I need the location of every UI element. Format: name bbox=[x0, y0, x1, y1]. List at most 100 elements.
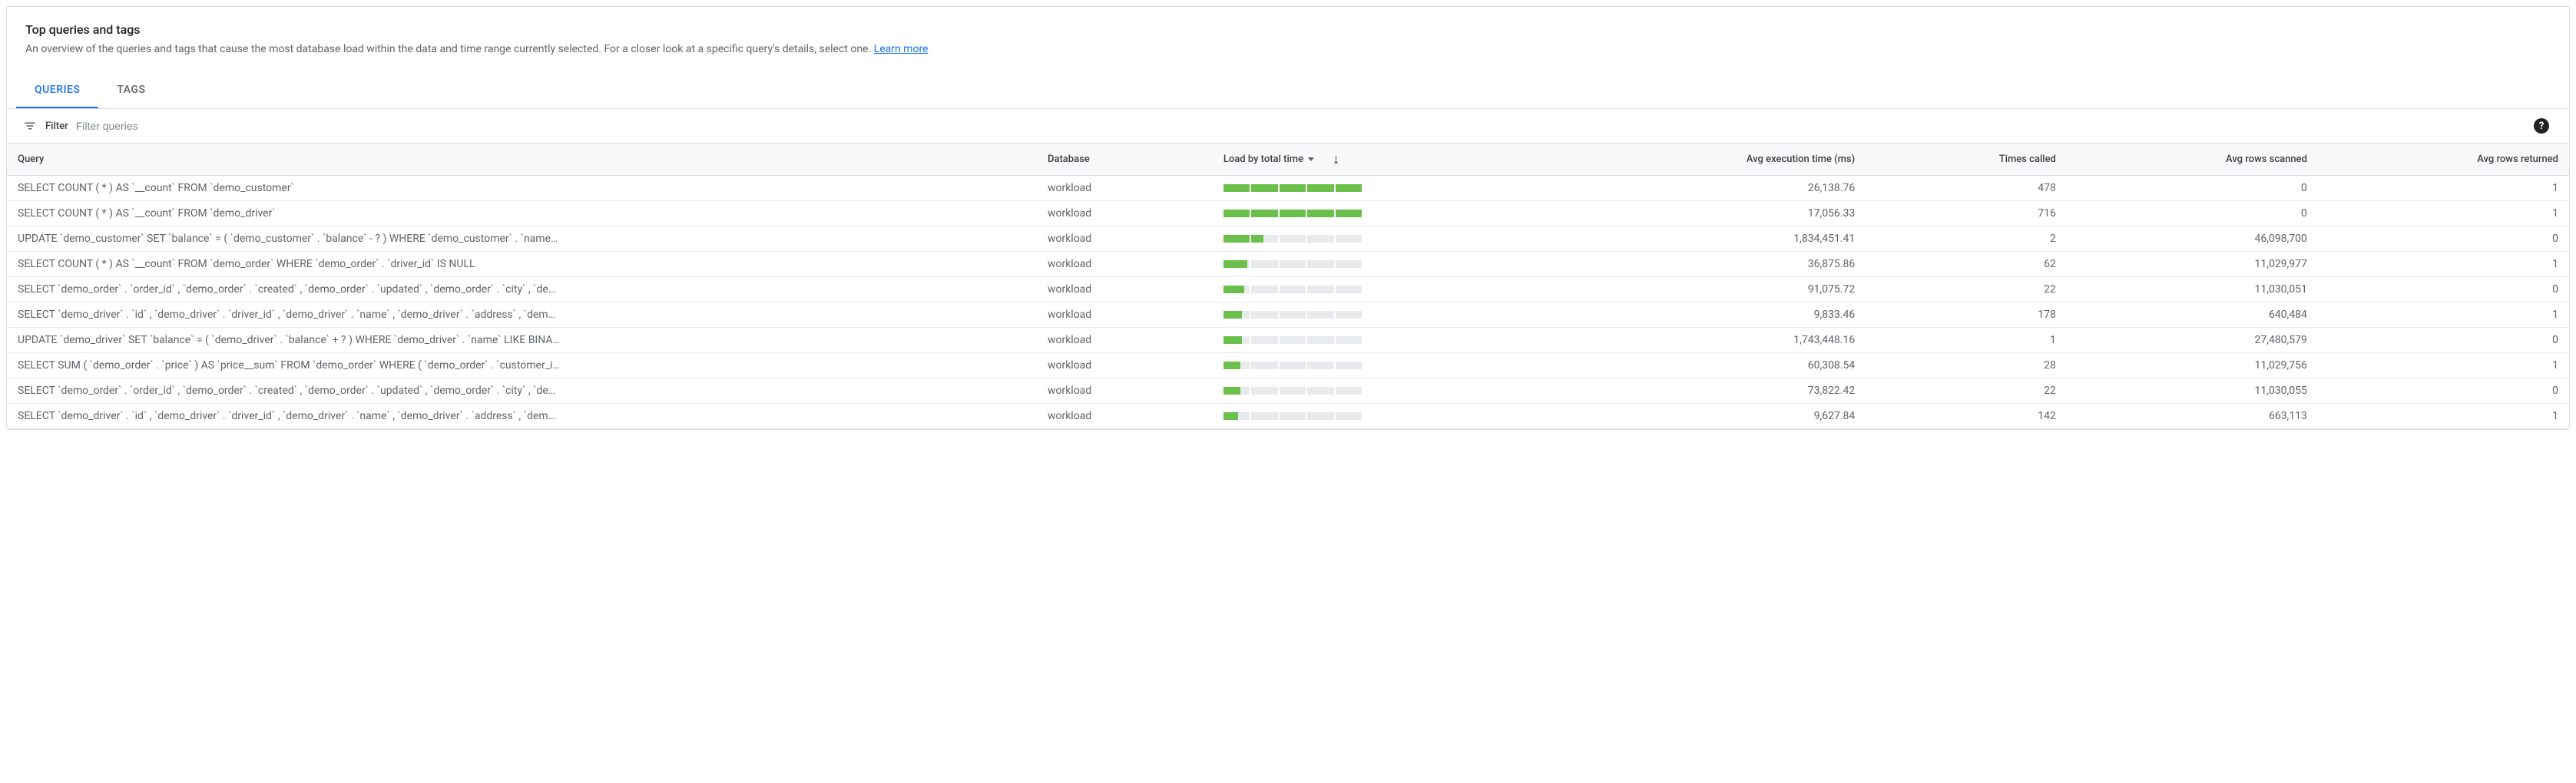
load-bar bbox=[1223, 311, 1362, 319]
cell-rows-returned: 1 bbox=[2318, 353, 2569, 378]
cell-load bbox=[1213, 328, 1539, 353]
cell-database: workload bbox=[1037, 404, 1213, 429]
table-row[interactable]: SELECT COUNT ( * ) AS `__count` FROM `de… bbox=[7, 252, 2569, 277]
filter-label: Filter bbox=[45, 121, 68, 132]
cell-rows-returned: 1 bbox=[2318, 176, 2569, 201]
load-bar bbox=[1223, 336, 1362, 344]
cell-rows-returned: 1 bbox=[2318, 302, 2569, 328]
cell-load bbox=[1213, 378, 1539, 404]
filter-input[interactable] bbox=[76, 117, 2526, 135]
table-header-row: Query Database Load by total time ↓ Avg … bbox=[7, 144, 2569, 176]
col-load-label: Load by total time bbox=[1223, 154, 1303, 165]
filter-icon bbox=[22, 118, 38, 134]
cell-load bbox=[1213, 252, 1539, 277]
cell-load bbox=[1213, 404, 1539, 429]
cell-database: workload bbox=[1037, 302, 1213, 328]
load-bar bbox=[1223, 260, 1362, 268]
cell-load bbox=[1213, 353, 1539, 378]
cell-query[interactable]: SELECT COUNT ( * ) AS `__count` FROM `de… bbox=[7, 252, 1037, 277]
cell-query[interactable]: SELECT `demo_driver` . `id` , `demo_driv… bbox=[7, 302, 1037, 328]
tab-queries[interactable]: QUERIES bbox=[16, 73, 98, 108]
help-icon[interactable]: ? bbox=[2534, 118, 2549, 134]
cell-database: workload bbox=[1037, 328, 1213, 353]
cell-database: workload bbox=[1037, 252, 1213, 277]
cell-avg-exec: 26,138.76 bbox=[1539, 176, 1866, 201]
cell-rows-returned: 1 bbox=[2318, 252, 2569, 277]
cell-times-called: 142 bbox=[1866, 404, 2067, 429]
cell-load bbox=[1213, 176, 1539, 201]
table-row[interactable]: SELECT SUM ( `demo_order` . `price` ) AS… bbox=[7, 353, 2569, 378]
cell-rows-scanned: 27,480,579 bbox=[2067, 328, 2318, 353]
card-title: Top queries and tags bbox=[25, 22, 2551, 37]
col-times-called[interactable]: Times called bbox=[1866, 144, 2067, 176]
table-row[interactable]: UPDATE `demo_customer` SET `balance` = (… bbox=[7, 226, 2569, 252]
learn-more-link[interactable]: Learn more bbox=[874, 43, 929, 55]
cell-query[interactable]: UPDATE `demo_customer` SET `balance` = (… bbox=[7, 226, 1037, 252]
card-header: Top queries and tags An overview of the … bbox=[7, 7, 2569, 67]
cell-avg-exec: 1,743,448.16 bbox=[1539, 328, 1866, 353]
cell-query[interactable]: SELECT COUNT ( * ) AS `__count` FROM `de… bbox=[7, 176, 1037, 201]
cell-avg-exec: 9,833.46 bbox=[1539, 302, 1866, 328]
cell-rows-returned: 0 bbox=[2318, 328, 2569, 353]
cell-load bbox=[1213, 277, 1539, 302]
cell-database: workload bbox=[1037, 176, 1213, 201]
cell-rows-scanned: 11,030,051 bbox=[2067, 277, 2318, 302]
cell-times-called: 62 bbox=[1866, 252, 2067, 277]
cell-times-called: 1 bbox=[1866, 328, 2067, 353]
cell-rows-scanned: 11,030,055 bbox=[2067, 378, 2318, 404]
cell-query[interactable]: SELECT `demo_order` . `order_id` , `demo… bbox=[7, 277, 1037, 302]
table-row[interactable]: SELECT `demo_order` . `order_id` , `demo… bbox=[7, 378, 2569, 404]
tabs: QUERIES TAGS bbox=[7, 73, 2569, 109]
cell-avg-exec: 36,875.86 bbox=[1539, 252, 1866, 277]
col-rows-scanned[interactable]: Avg rows scanned bbox=[2067, 144, 2318, 176]
table-row[interactable]: SELECT `demo_driver` . `id` , `demo_driv… bbox=[7, 404, 2569, 429]
cell-query[interactable]: SELECT `demo_driver` . `id` , `demo_driv… bbox=[7, 404, 1037, 429]
load-bar bbox=[1223, 184, 1362, 192]
table-row[interactable]: SELECT `demo_order` . `order_id` , `demo… bbox=[7, 277, 2569, 302]
card-subtitle: An overview of the queries and tags that… bbox=[25, 41, 2551, 58]
cell-rows-returned: 0 bbox=[2318, 378, 2569, 404]
queries-table: Query Database Load by total time ↓ Avg … bbox=[7, 143, 2569, 429]
cell-database: workload bbox=[1037, 378, 1213, 404]
cell-load bbox=[1213, 302, 1539, 328]
col-database[interactable]: Database bbox=[1037, 144, 1213, 176]
cell-query[interactable]: UPDATE `demo_driver` SET `balance` = ( `… bbox=[7, 328, 1037, 353]
cell-avg-exec: 73,822.42 bbox=[1539, 378, 1866, 404]
cell-database: workload bbox=[1037, 277, 1213, 302]
table-row[interactable]: SELECT COUNT ( * ) AS `__count` FROM `de… bbox=[7, 176, 2569, 201]
load-bar bbox=[1223, 362, 1362, 369]
cell-avg-exec: 1,834,451.41 bbox=[1539, 226, 1866, 252]
cell-rows-scanned: 11,029,756 bbox=[2067, 353, 2318, 378]
top-queries-card: Top queries and tags An overview of the … bbox=[6, 6, 2570, 430]
cell-database: workload bbox=[1037, 201, 1213, 226]
tab-tags[interactable]: TAGS bbox=[98, 73, 164, 108]
col-rows-returned[interactable]: Avg rows returned bbox=[2318, 144, 2569, 176]
cell-avg-exec: 60,308.54 bbox=[1539, 353, 1866, 378]
cell-avg-exec: 9,627.84 bbox=[1539, 404, 1866, 429]
cell-query[interactable]: SELECT `demo_order` . `order_id` , `demo… bbox=[7, 378, 1037, 404]
subtitle-text: An overview of the queries and tags that… bbox=[25, 43, 874, 55]
cell-times-called: 22 bbox=[1866, 378, 2067, 404]
load-bar bbox=[1223, 210, 1362, 217]
cell-query[interactable]: SELECT SUM ( `demo_order` . `price` ) AS… bbox=[7, 353, 1037, 378]
col-load[interactable]: Load by total time ↓ bbox=[1213, 144, 1539, 176]
cell-rows-returned: 1 bbox=[2318, 201, 2569, 226]
col-query[interactable]: Query bbox=[7, 144, 1037, 176]
table-row[interactable]: SELECT `demo_driver` . `id` , `demo_driv… bbox=[7, 302, 2569, 328]
table-row[interactable]: SELECT COUNT ( * ) AS `__count` FROM `de… bbox=[7, 201, 2569, 226]
cell-rows-returned: 0 bbox=[2318, 277, 2569, 302]
cell-times-called: 716 bbox=[1866, 201, 2067, 226]
cell-database: workload bbox=[1037, 353, 1213, 378]
cell-times-called: 28 bbox=[1866, 353, 2067, 378]
sort-caret-icon bbox=[1308, 157, 1314, 161]
arrow-down-icon: ↓ bbox=[1333, 151, 1339, 167]
cell-query[interactable]: SELECT COUNT ( * ) AS `__count` FROM `de… bbox=[7, 201, 1037, 226]
cell-rows-scanned: 46,098,700 bbox=[2067, 226, 2318, 252]
load-bar bbox=[1223, 412, 1362, 420]
cell-rows-scanned: 663,113 bbox=[2067, 404, 2318, 429]
table-row[interactable]: UPDATE `demo_driver` SET `balance` = ( `… bbox=[7, 328, 2569, 353]
cell-load bbox=[1213, 226, 1539, 252]
col-avg-exec[interactable]: Avg execution time (ms) bbox=[1539, 144, 1866, 176]
cell-rows-scanned: 0 bbox=[2067, 176, 2318, 201]
cell-rows-returned: 1 bbox=[2318, 404, 2569, 429]
